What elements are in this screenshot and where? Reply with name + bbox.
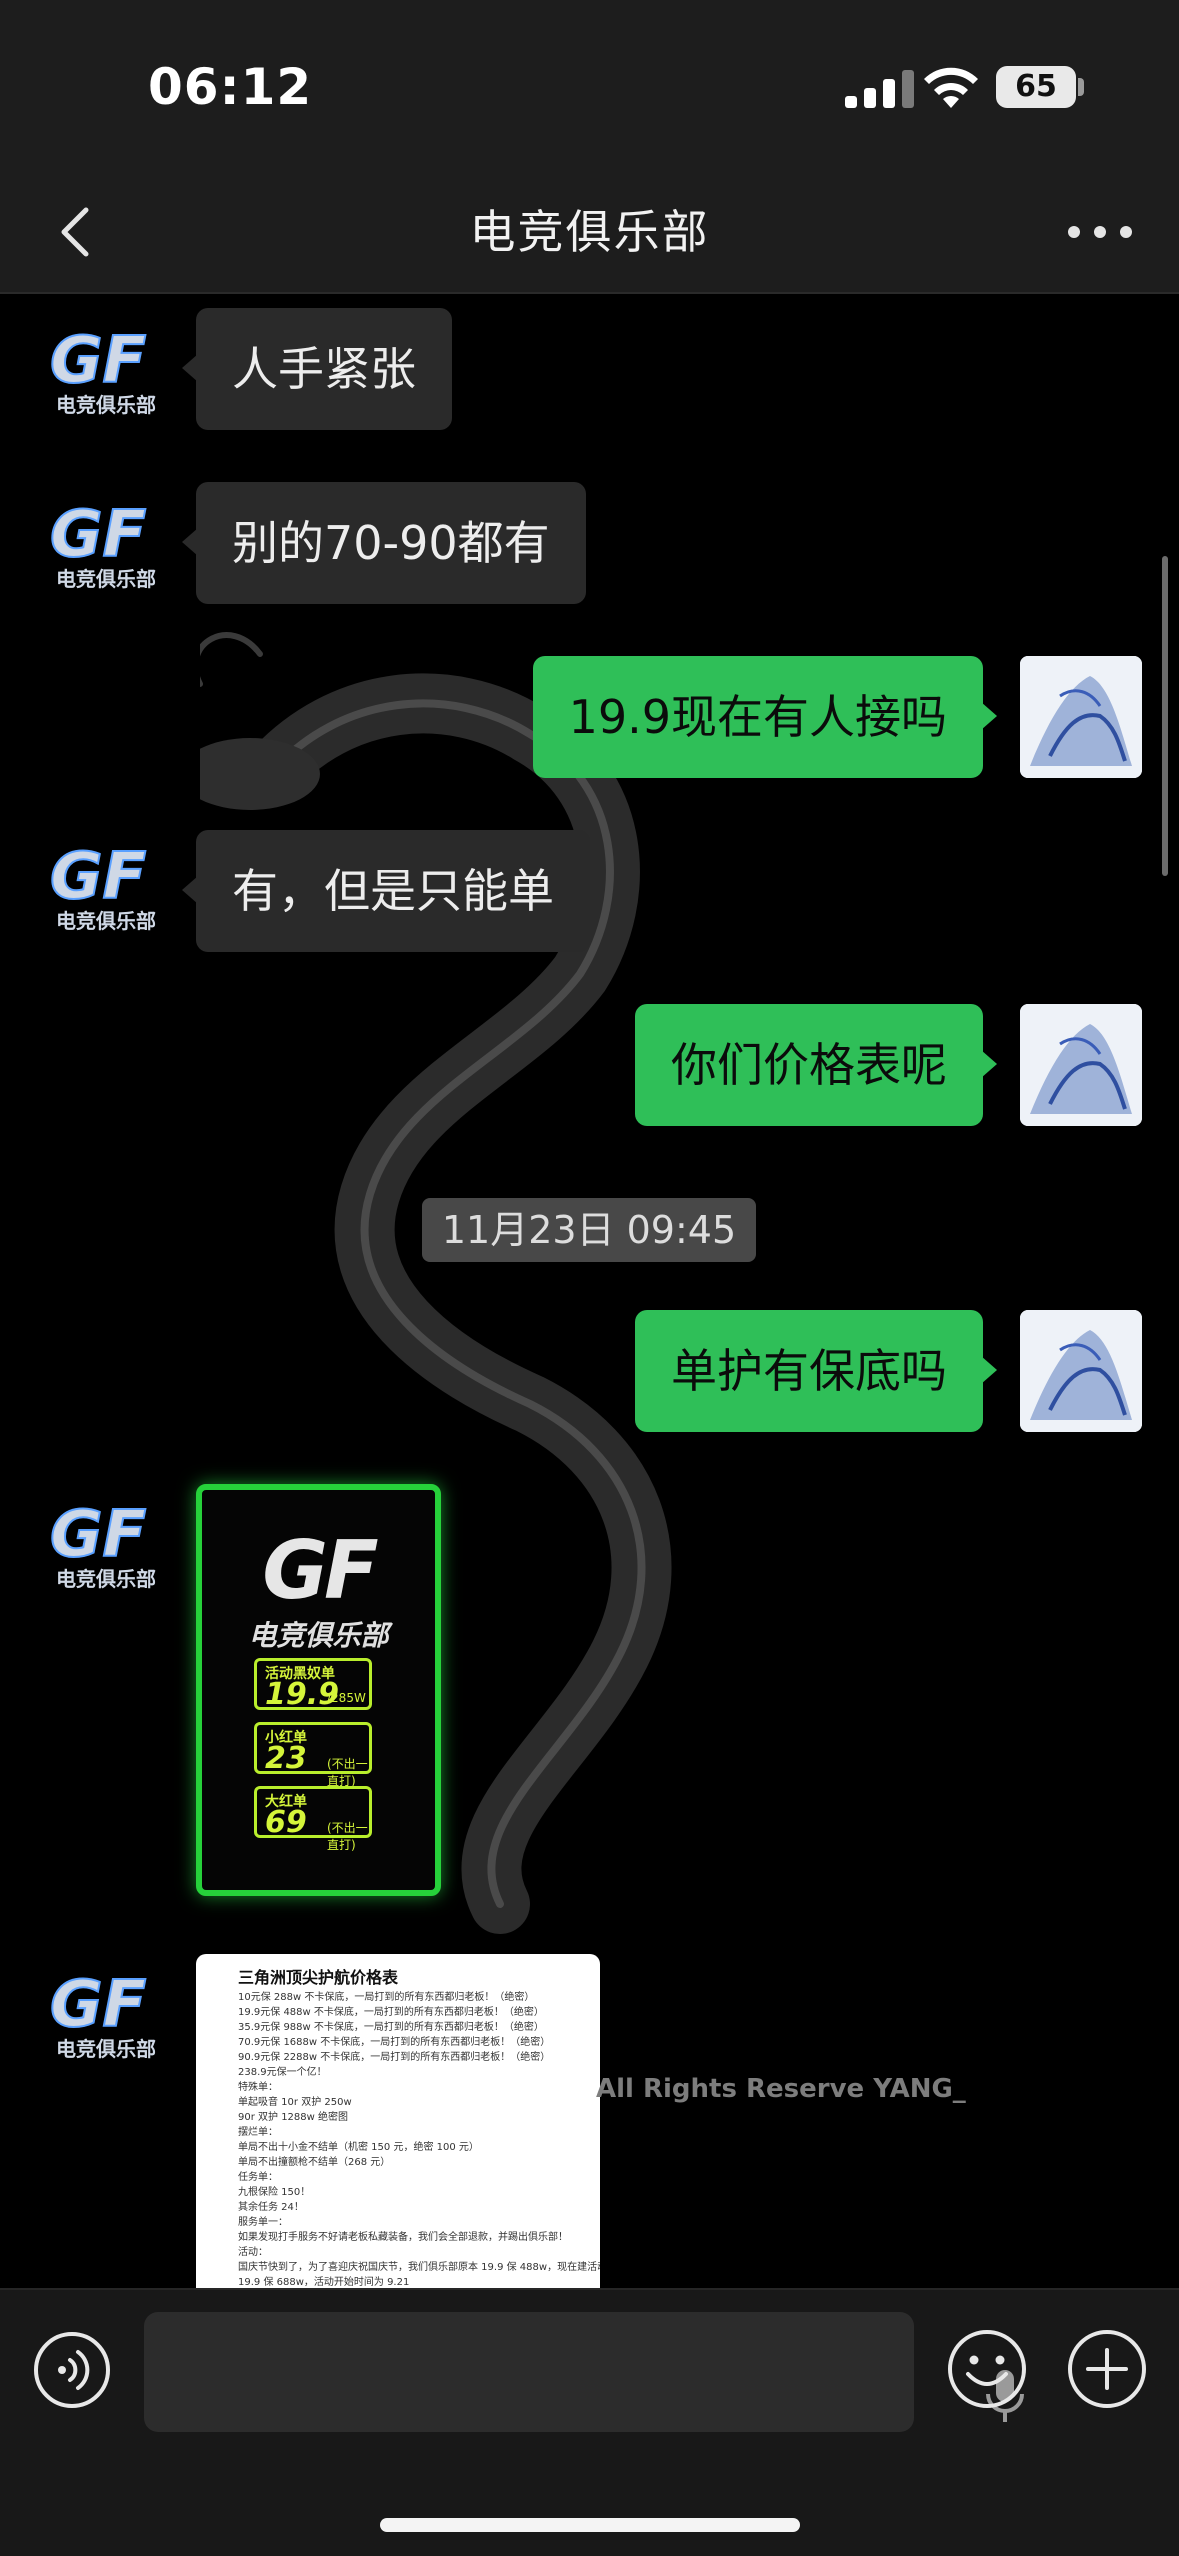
status-bar: 06:12 65 bbox=[0, 0, 1179, 170]
message-bubble-outgoing[interactable]: 单护有保底吗 bbox=[635, 1310, 997, 1432]
avatar-gf-club[interactable]: GF 电竞俱乐部 bbox=[44, 488, 156, 600]
svg-text:电竞俱乐部: 电竞俱乐部 bbox=[56, 567, 156, 591]
battery-tip bbox=[1078, 78, 1084, 96]
poster-price-item: 大红单 69 (不出一直打) bbox=[254, 1786, 372, 1852]
battery-indicator: 65 bbox=[996, 66, 1076, 108]
message-bubble-incoming[interactable]: 有，但是只能单 bbox=[182, 830, 590, 952]
poster-price-item: 小红单 23 (不出一直打) bbox=[254, 1722, 372, 1788]
price-list-title: 三角洲顶尖护航价格表 bbox=[238, 1968, 399, 1987]
background-watermark: All Rights Reserve YANG_ bbox=[596, 2074, 966, 2104]
input-bar bbox=[0, 2288, 1179, 2556]
emoji-icon[interactable] bbox=[946, 2328, 1028, 2410]
svg-text:GF: GF bbox=[50, 324, 146, 398]
price-list-line: 单局不出十小金不结单（机密 150 元，绝密 100 元） bbox=[238, 2142, 479, 2153]
price-list-line: 19.9元保 488w 不卡保底，一局打到的所有东西都归老板！（绝密） bbox=[238, 2007, 544, 2018]
plus-icon[interactable] bbox=[1066, 2328, 1148, 2410]
chat-header: 电竞俱乐部 bbox=[0, 170, 1179, 294]
price-list-line: 摆烂单： bbox=[238, 2127, 278, 2138]
price-list-line: 10元保 288w 不卡保底，一局打到的所有东西都归老板！（绝密） bbox=[238, 1992, 535, 2003]
svg-text:GF: GF bbox=[50, 1498, 146, 1572]
message-bubble-outgoing[interactable]: 你们价格表呢 bbox=[635, 1004, 997, 1126]
price-poster-image[interactable]: GF 电竞俱乐部 活动黑奴单 19.9 /285W 小红单 23 (不出一直打)… bbox=[196, 1484, 441, 1896]
price-list-line: 19.9 保 688w，活动开始时间为 9.21 bbox=[238, 2277, 410, 2288]
price-list-line: 活动： bbox=[238, 2247, 268, 2258]
message-bubble-incoming[interactable]: 人手紧张 bbox=[182, 308, 452, 430]
more-options-icon[interactable] bbox=[1060, 210, 1140, 254]
price-list-line: 特殊单： bbox=[238, 2082, 278, 2093]
poster-subtitle: 电竞俱乐部 bbox=[248, 1619, 389, 1652]
avatar-gf-club[interactable]: GF 电竞俱乐部 bbox=[44, 1488, 156, 1600]
price-list-line: 九根保险 150！ bbox=[238, 2187, 311, 2198]
svg-text:GF: GF bbox=[50, 498, 146, 572]
home-indicator[interactable] bbox=[380, 2518, 800, 2532]
avatar-self[interactable] bbox=[1020, 1310, 1142, 1432]
svg-text:电竞俱乐部: 电竞俱乐部 bbox=[56, 2037, 156, 2061]
price-list-line: 238.9元保一个亿！ bbox=[238, 2067, 327, 2078]
price-list-line: 单局不出撞额枪不结单（268 元） bbox=[238, 2157, 391, 2168]
avatar-self[interactable] bbox=[1020, 656, 1142, 778]
chat-scrollbar[interactable] bbox=[1162, 556, 1168, 876]
price-list-line: 任务单： bbox=[238, 2172, 278, 2183]
price-list-line: 其余任务 24！ bbox=[238, 2202, 304, 2213]
chat-area[interactable]: GF 电竞俱乐部 人手紧张 GF 电竞俱乐部 别的70-90都有 19.9现在有… bbox=[0, 294, 1179, 2288]
poster-price-item: 活动黑奴单 19.9 /285W bbox=[254, 1658, 372, 1712]
cellular-signal-icon bbox=[845, 70, 914, 108]
price-list-line: 单起吸音 10r 双护 250w bbox=[238, 2097, 352, 2108]
message-timestamp: 11月23日 09:45 bbox=[422, 1198, 756, 1262]
avatar-gf-club[interactable]: GF 电竞俱乐部 bbox=[44, 314, 156, 426]
message-input[interactable] bbox=[144, 2312, 1024, 2432]
avatar-gf-club[interactable]: GF 电竞俱乐部 bbox=[44, 830, 156, 942]
price-list-line: 90.9元保 2288w 不卡保底，一局打到的所有东西都归老板！（绝密） bbox=[238, 2052, 551, 2063]
voice-input-icon[interactable] bbox=[32, 2330, 112, 2410]
svg-text:GF: GF bbox=[50, 840, 146, 914]
price-list-line: 90r 双护 1288w 绝密图 bbox=[238, 2112, 348, 2123]
message-bubble-incoming[interactable]: 别的70-90都有 bbox=[182, 482, 586, 604]
price-list-line: 如果发现打手服务不好请老板私藏装备，我们会全部退款，并踢出俱乐部！ bbox=[238, 2232, 568, 2243]
message-bubble-outgoing[interactable]: 19.9现在有人接吗 bbox=[532, 656, 998, 778]
avatar-self[interactable] bbox=[1020, 1004, 1142, 1126]
svg-text:电竞俱乐部: 电竞俱乐部 bbox=[56, 1567, 156, 1591]
price-list-line: 国庆节快到了，为了喜迎庆祝国庆节，我们俱乐部原本 19.9 保 488w，现在建… bbox=[238, 2262, 600, 2273]
poster-logo: GF bbox=[262, 1524, 378, 1617]
price-list-line: 35.9元保 988w 不卡保底，一局打到的所有东西都归老板！（绝密） bbox=[238, 2022, 544, 2033]
back-arrow-icon[interactable] bbox=[48, 202, 108, 262]
price-list-line: 服务单一： bbox=[238, 2217, 288, 2228]
svg-text:GF: GF bbox=[50, 1968, 146, 2042]
price-list-image[interactable]: 三角洲顶尖护航价格表 10元保 288w 不卡保底，一局打到的所有东西都归老板！… bbox=[196, 1954, 600, 2288]
battery-level: 65 bbox=[1015, 69, 1057, 104]
avatar-gf-club[interactable]: GF 电竞俱乐部 bbox=[44, 1958, 156, 2070]
svg-text:电竞俱乐部: 电竞俱乐部 bbox=[56, 909, 156, 933]
wifi-icon bbox=[924, 67, 978, 108]
status-time: 06:12 bbox=[148, 58, 313, 116]
chat-title: 电竞俱乐部 bbox=[469, 205, 710, 259]
price-list-line: 70.9元保 1688w 不卡保底，一局打到的所有东西都归老板！（绝密） bbox=[238, 2037, 551, 2048]
svg-text:电竞俱乐部: 电竞俱乐部 bbox=[56, 393, 156, 417]
